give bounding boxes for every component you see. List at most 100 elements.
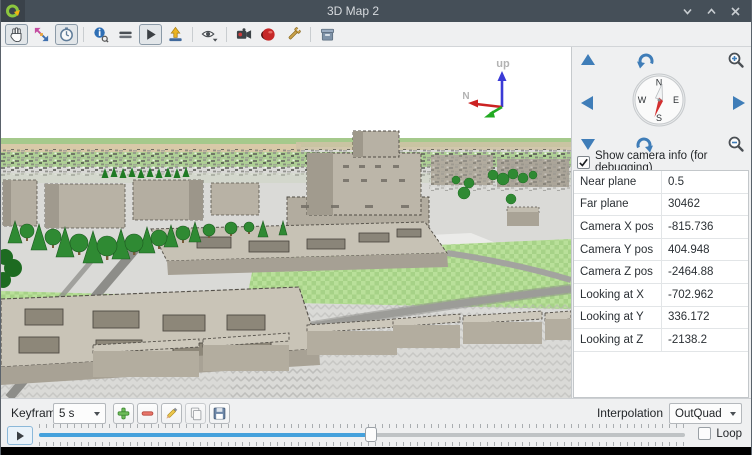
sky [1,47,571,139]
interpolation-label: Interpolation [597,406,663,420]
measure-button[interactable] [114,24,137,45]
navigation-panel: N E S W [571,47,751,398]
table-row: Far plane30462 [574,194,748,217]
loop-checkbox[interactable]: Loop [698,427,742,440]
qgis-logo-icon [1,0,25,22]
copy-icon [188,406,203,421]
slider-fill [39,433,368,437]
toolbar-separator [83,27,84,42]
table-row: Camera Z pos-2464.88 [574,261,748,284]
table-row: Looking at Z-2138.2 [574,329,748,352]
keyframe-value: 5 s [59,408,74,420]
axis-up-label: up [496,58,510,70]
edit-keyframe-button[interactable] [161,403,182,424]
save-floppy-icon [212,406,227,421]
keyframe-select[interactable]: 5 s [53,403,106,424]
animation-clock-button[interactable] [55,24,78,45]
window-title: 3D Map 2 [25,4,681,18]
timeline-slider[interactable] [39,424,689,446]
table-row: Looking at Y336.172 [574,307,748,330]
effects-button[interactable] [257,24,280,45]
wrench-icon [285,26,302,43]
container-box-icon [319,26,336,43]
3d-scene[interactable]: up N [1,47,571,398]
toolbar-separator [192,27,193,42]
row-label: Camera Y pos [574,239,662,261]
red-sphere-icon [260,26,277,43]
camera-info-table: Near plane0.5 Far plane30462 Camera X po… [573,170,749,398]
table-row: Near plane0.5 [574,171,748,194]
zoom-in-button[interactable] [727,51,745,74]
toolbar-separator [226,27,227,42]
export-keyframes-button[interactable] [209,403,230,424]
qgis-3d-map-window: 3D Map 2 [0,0,752,455]
row-label: Far plane [574,194,662,216]
play-animation-button[interactable] [139,24,162,45]
identify-button[interactable] [89,24,112,45]
3d-viewport[interactable]: up N [1,47,571,398]
chevron-down-icon [730,412,736,416]
row-value: -702.962 [662,289,748,301]
slider-handle[interactable] [365,427,377,442]
compass[interactable]: N E S W [631,72,687,133]
rotate-ccw-button[interactable] [634,53,656,74]
close-icon[interactable] [729,5,741,17]
slider-ticks [39,442,685,446]
clock-icon [58,26,75,43]
remove-keyframe-button[interactable] [137,403,158,424]
eye-icon [200,26,219,43]
checkbox-unchecked-icon[interactable] [698,427,711,440]
move-left-button[interactable] [580,95,594,116]
identify-info-icon [92,26,109,43]
row-label: Looking at Y [574,307,662,329]
row-label: Camera Z pos [574,261,662,283]
checkbox-checked-icon[interactable] [577,156,590,169]
animation-bar: Keyframe 5 s [1,398,751,447]
compass-east: E [673,95,679,105]
table-row: Camera Y pos404.948 [574,239,748,262]
view-options-button[interactable] [198,24,221,45]
small-building [507,207,539,226]
interpolation-select[interactable]: OutQuad [669,403,742,424]
maximize-icon[interactable] [705,5,717,17]
title-bar[interactable]: 3D Map 2 [1,0,751,22]
row-value: 30462 [662,198,748,210]
hand-icon [8,26,25,43]
measure-line-icon [117,26,134,43]
compass-south: S [656,113,662,123]
zoom-full-icon [33,26,50,43]
loop-label: Loop [716,428,742,440]
toolbar-separator [310,27,311,42]
row-label: Looking at X [574,284,662,306]
minus-icon [140,406,155,421]
add-keyframe-button[interactable] [113,403,134,424]
timeline-play-button[interactable] [7,426,33,445]
play-icon [142,26,159,43]
row-label: Camera X pos [574,216,662,238]
chevron-down-icon [94,412,100,416]
row-value: 0.5 [662,176,748,188]
row-value: -2138.2 [662,334,748,346]
axis-north-label: N [462,91,469,102]
move-right-button[interactable] [732,95,746,116]
duplicate-keyframe-button[interactable] [185,403,206,424]
pencil-icon [164,406,179,421]
slider-ticks [39,424,685,428]
slider-groove[interactable] [39,433,685,437]
minimize-icon[interactable] [681,5,693,17]
row-label: Looking at Z [574,329,662,351]
arrow-up-icon [167,26,184,43]
zoom-extent-button[interactable] [30,24,53,45]
row-value: -815.736 [662,221,748,233]
pan-camera-button[interactable] [5,24,28,45]
export-scene-button[interactable] [316,24,339,45]
compass-west: W [638,95,647,105]
row-value: 336.172 [662,311,748,323]
table-row: Camera X pos-815.736 [574,216,748,239]
configure-button[interactable] [282,24,305,45]
set-view-button[interactable] [164,24,187,45]
table-row: Looking at X-702.962 [574,284,748,307]
3d-map-toolbar [1,22,751,47]
tilt-up-button[interactable] [580,53,596,72]
capture-scene-button[interactable] [232,24,255,45]
